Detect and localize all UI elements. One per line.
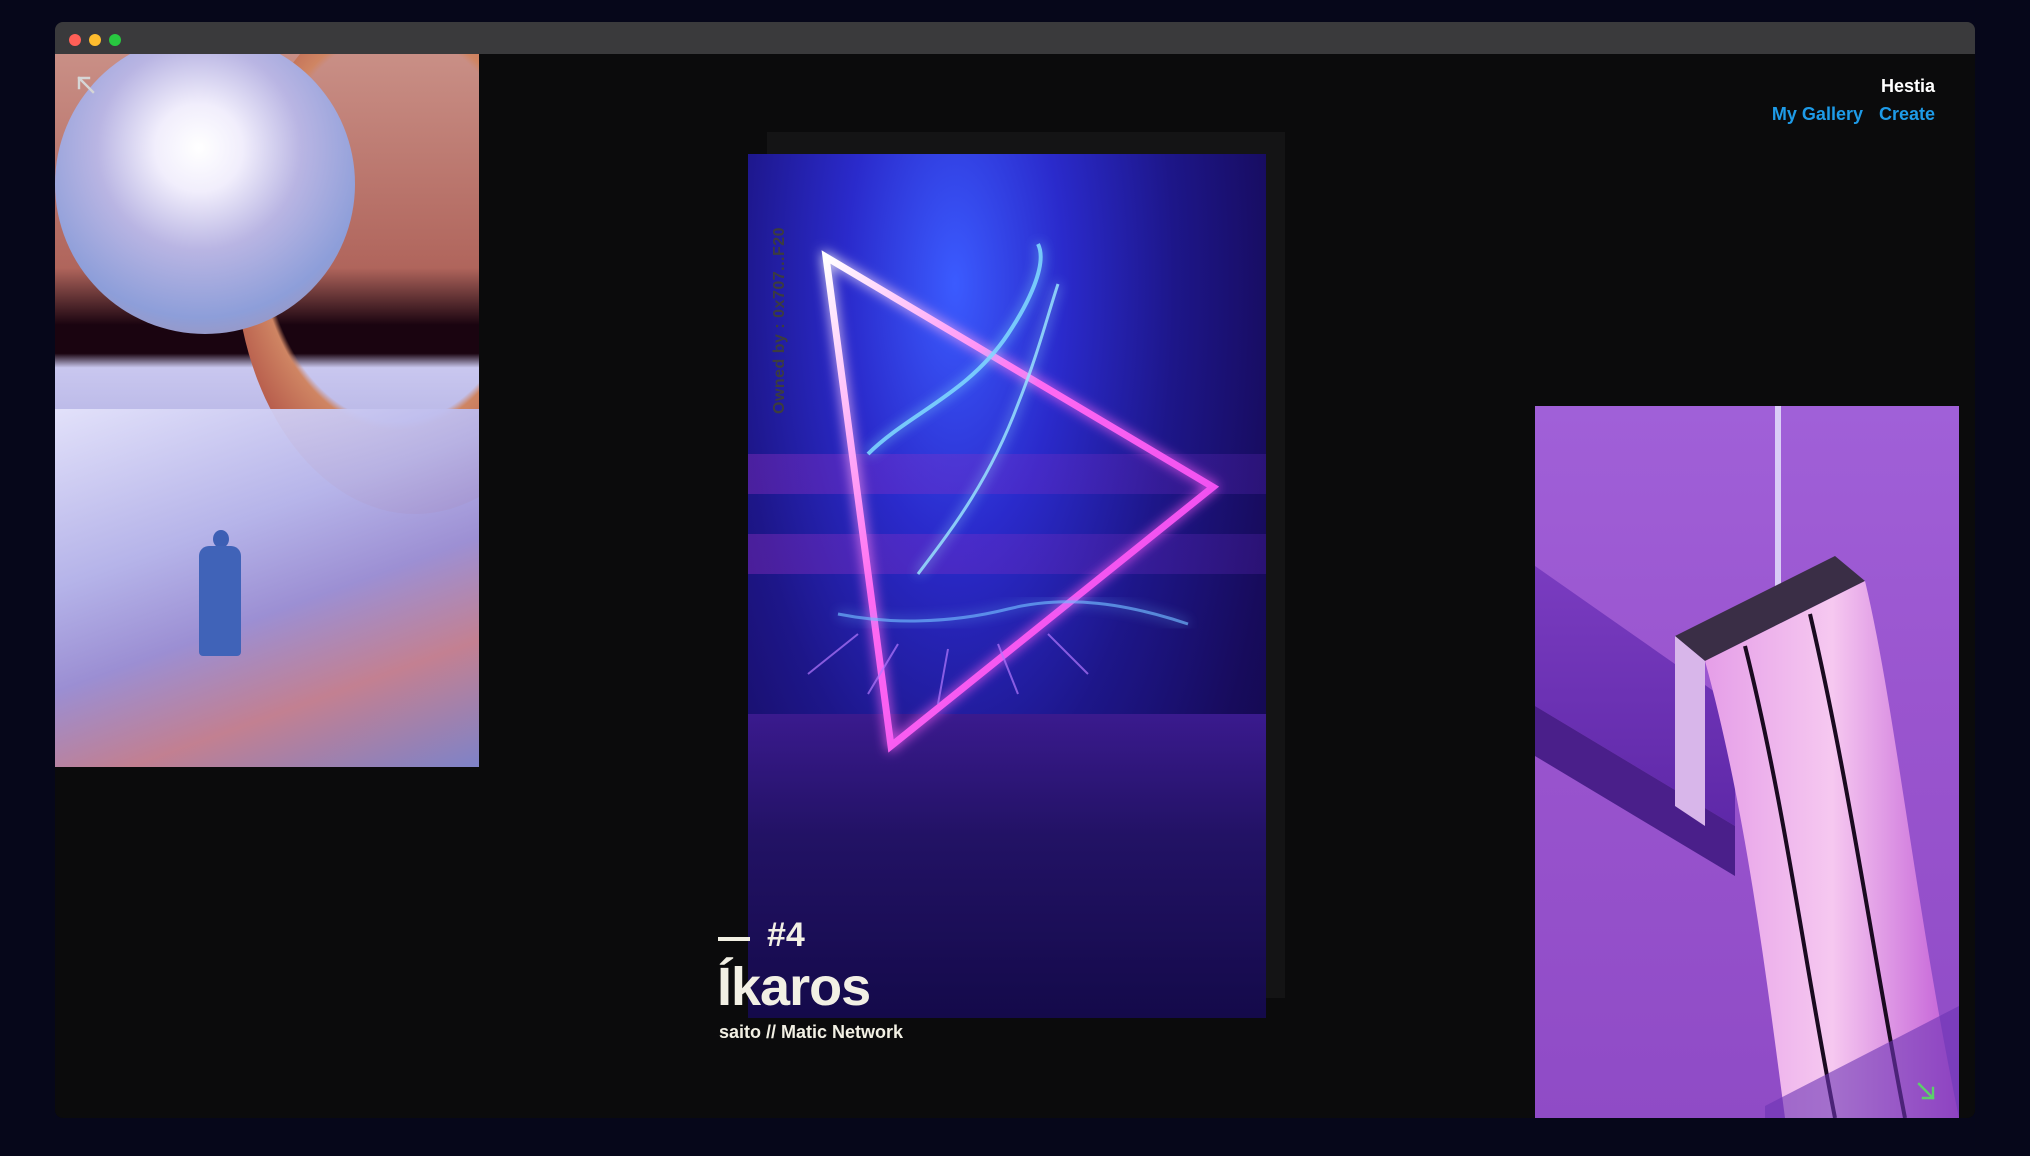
maximize-window-button[interactable]	[109, 34, 121, 46]
neon-triangle	[807, 243, 1220, 753]
brand-name[interactable]: Hestia	[1881, 76, 1935, 97]
nav-create-link[interactable]: Create	[1879, 104, 1935, 125]
close-window-button[interactable]	[69, 34, 81, 46]
arrow-down-right-icon[interactable]	[1915, 1080, 1937, 1102]
nav-my-gallery-link[interactable]: My Gallery	[1772, 104, 1863, 125]
water-surface	[55, 409, 479, 767]
artwork-number: #4	[767, 916, 805, 954]
browser-window: Owned by : 0x707...F20 #4 Íkaros saito /…	[55, 22, 1975, 1118]
conveyor-scene	[1535, 406, 1959, 1118]
figure-body	[199, 546, 241, 656]
artwork-title: Íkaros	[717, 957, 871, 1017]
artwork-next[interactable]	[1535, 406, 1959, 1118]
artwork-previous[interactable]	[55, 54, 479, 767]
arrow-up-left-icon[interactable]	[75, 74, 97, 96]
artwork-subtitle: saito // Matic Network	[719, 1022, 904, 1042]
owner-label: Owned by : 0x707...F20	[771, 226, 788, 414]
artwork-current[interactable]	[748, 154, 1266, 1018]
number-dash	[718, 937, 750, 941]
nav-links: My Gallery Create	[1772, 104, 1935, 125]
gallery-viewport: Owned by : 0x707...F20 #4 Íkaros saito /…	[55, 54, 1975, 1118]
title-bar	[55, 22, 1975, 54]
minimize-window-button[interactable]	[89, 34, 101, 46]
